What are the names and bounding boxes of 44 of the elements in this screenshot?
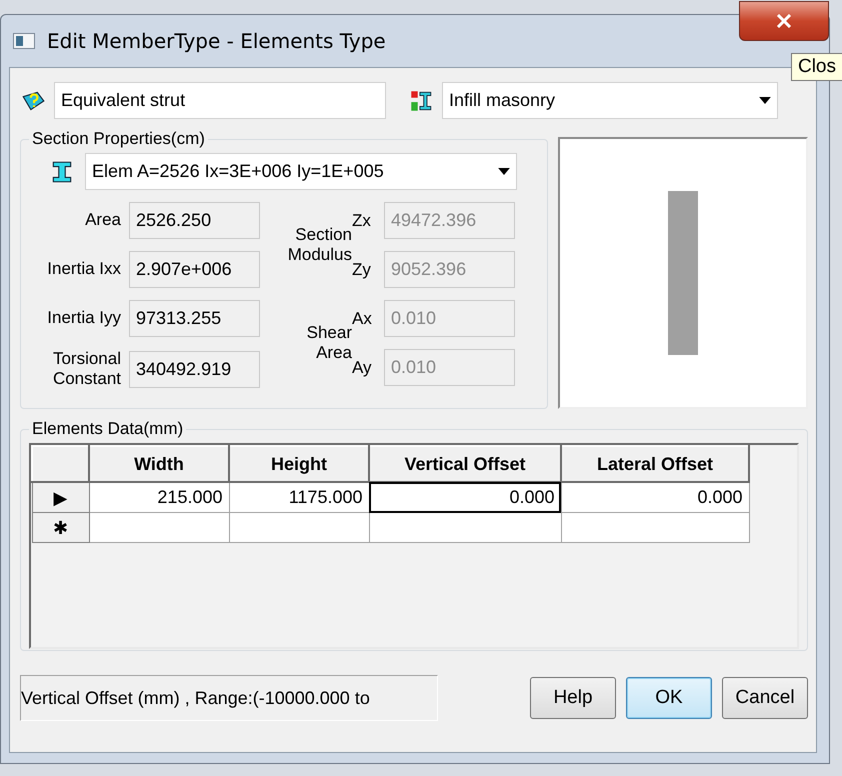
field-label: Inertia Iyy [46,308,121,329]
table-cell[interactable]: 0.000 [561,482,749,512]
dialog-button[interactable]: Cancel [722,677,808,719]
field-label: Zx [352,210,372,230]
column-header[interactable]: Height [229,446,369,482]
table-cell[interactable] [369,512,561,542]
tooltip: Clos [790,53,842,81]
table-cell[interactable]: 215.000 [89,482,229,512]
field-label: Area [84,210,121,231]
field-label: Torsional Constant [52,349,121,390]
dialog-button[interactable]: Help [530,677,616,719]
close-button[interactable] [739,1,829,41]
value-field[interactable]: 97313.255 [129,300,260,337]
table-cell[interactable] [229,512,369,542]
dropdown-arrow-icon [759,97,771,104]
dialog-button[interactable]: OK [626,677,712,719]
column-header[interactable]: Lateral Offset [561,446,749,482]
group-label: Shear Area [306,322,352,364]
column-header[interactable]: Width [89,446,229,482]
group-label: Section Modulus [286,224,352,266]
value-field[interactable]: 2.907e+006 [129,251,260,288]
table-cell[interactable] [561,512,749,542]
window-title: Edit MemberType - Elements Type [47,29,386,53]
dropdown-arrow-icon [498,168,510,175]
table-cell[interactable]: 0.000 [369,482,561,512]
section-dropdown[interactable]: Elem A=2526 Ix=3E+006 Iy=1E+005 [85,153,517,190]
value-field[interactable]: 340492.919 [129,350,260,388]
field-label: Ax [352,308,373,328]
row-marker[interactable]: ✱ [32,512,89,542]
field-label: Inertia Ixx [46,259,121,280]
row-marker[interactable]: ▶ [32,482,89,512]
group-title: Elements Data(mm) [31,419,184,439]
value-field[interactable]: 2526.250 [129,202,260,239]
column-header[interactable]: Vertical Offset [369,446,561,482]
table-cell[interactable] [89,512,229,542]
type-dropdown[interactable]: Infill masonry [442,82,778,119]
table-cell[interactable]: 1175.000 [229,482,369,512]
field-label: Zy [352,260,372,280]
group-title: Section Properties(cm) [31,129,206,149]
close-icon [776,14,792,28]
status-field: Vertical Offset (mm) , Range:(-10000.000 to [20,675,438,721]
field-label: Ay [352,358,373,378]
window-icon [13,33,35,49]
name-field[interactable]: Equivalent strut [54,82,386,119]
